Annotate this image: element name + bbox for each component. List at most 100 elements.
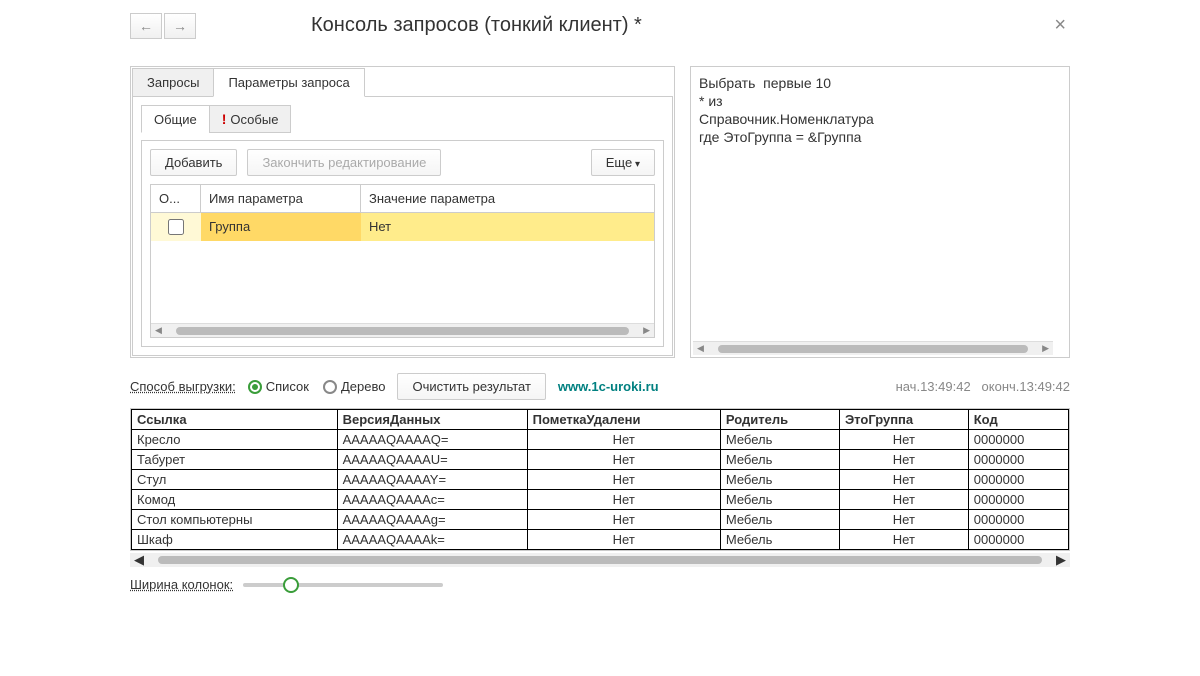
table-cell[interactable]: Нет xyxy=(839,530,968,550)
scroll-left-icon[interactable]: ◀ xyxy=(697,343,704,354)
close-icon[interactable]: × xyxy=(1050,10,1070,41)
table-cell[interactable]: AAAAAQAAAAY= xyxy=(337,470,527,490)
param-hscroll[interactable]: ◀ ▶ xyxy=(151,323,654,337)
param-header-check[interactable]: О... xyxy=(151,185,201,212)
table-cell[interactable]: 0000000 xyxy=(968,450,1068,470)
results-panel: СсылкаВерсияДанныхПометкаУдалениРодитель… xyxy=(130,408,1070,551)
table-cell[interactable]: Табурет xyxy=(132,450,338,470)
table-cell[interactable]: Нет xyxy=(527,450,720,470)
param-name-cell[interactable]: Группа xyxy=(201,213,361,241)
table-cell[interactable]: Нет xyxy=(527,530,720,550)
table-cell[interactable]: 0000000 xyxy=(968,470,1068,490)
param-header-name[interactable]: Имя параметра xyxy=(201,185,361,212)
table-cell[interactable]: AAAAAQAAAAk= xyxy=(337,530,527,550)
tab-params[interactable]: Параметры запроса xyxy=(213,68,364,97)
site-link[interactable]: www.1c-uroki.ru xyxy=(558,379,659,394)
scroll-right-icon[interactable]: ▶ xyxy=(1056,552,1066,568)
timing-info: нач.13:49:42 оконч.13:49:42 xyxy=(896,379,1070,394)
table-cell[interactable]: AAAAAQAAAAU= xyxy=(337,450,527,470)
table-cell[interactable]: Мебель xyxy=(720,450,839,470)
param-header-value[interactable]: Значение параметра xyxy=(361,185,654,212)
table-cell[interactable]: Кресло xyxy=(132,430,338,450)
results-column-header[interactable]: Родитель xyxy=(720,410,839,430)
scroll-thumb[interactable] xyxy=(176,327,629,335)
table-cell[interactable]: Мебель xyxy=(720,510,839,530)
scroll-right-icon[interactable]: ▶ xyxy=(1042,343,1049,354)
table-row[interactable]: ШкафAAAAAQAAAAk=НетМебельНет0000000 xyxy=(132,530,1069,550)
table-cell[interactable]: 0000000 xyxy=(968,530,1068,550)
query-text: Выбрать первые 10 * из Справочник.Номенк… xyxy=(699,75,874,145)
table-cell[interactable]: Нет xyxy=(527,430,720,450)
results-column-header[interactable]: ПометкаУдалени xyxy=(527,410,720,430)
params-panel: Запросы Параметры запроса Общие ! Особые… xyxy=(130,66,675,358)
table-cell[interactable]: Нет xyxy=(839,510,968,530)
nav-back-button[interactable]: ← xyxy=(130,13,162,39)
radio-tree-label: Дерево xyxy=(341,379,385,394)
arrow-right-icon: → xyxy=(173,18,187,34)
nav-forward-button[interactable]: → xyxy=(164,13,196,39)
table-cell[interactable]: Стол компьютерны xyxy=(132,510,338,530)
results-hscroll[interactable]: ◀ ▶ xyxy=(130,553,1070,567)
results-table[interactable]: СсылкаВерсияДанныхПометкаУдалениРодитель… xyxy=(131,409,1069,550)
table-cell[interactable]: Комод xyxy=(132,490,338,510)
table-cell[interactable]: Нет xyxy=(839,430,968,450)
param-value-cell[interactable]: Нет xyxy=(361,213,654,241)
scroll-right-icon[interactable]: ▶ xyxy=(643,325,650,336)
param-checkbox[interactable] xyxy=(168,219,184,235)
table-cell[interactable]: Нет xyxy=(527,490,720,510)
radio-dot-icon xyxy=(323,380,337,394)
table-row[interactable]: Стол компьютерныAAAAAQAAAAg=НетМебельНет… xyxy=(132,510,1069,530)
table-cell[interactable]: Нет xyxy=(839,450,968,470)
table-cell[interactable]: Нет xyxy=(527,510,720,530)
page-title: Консоль запросов (тонкий клиент) * xyxy=(211,14,1035,37)
radio-tree[interactable]: Дерево xyxy=(323,379,385,394)
table-cell[interactable]: Мебель xyxy=(720,470,839,490)
finish-edit-button[interactable]: Закончить редактирование xyxy=(247,149,441,176)
subtab-common[interactable]: Общие xyxy=(141,105,210,133)
tab-queries[interactable]: Запросы xyxy=(132,68,214,97)
table-cell[interactable]: Мебель xyxy=(720,430,839,450)
table-cell[interactable]: Мебель xyxy=(720,490,839,510)
table-cell[interactable]: Нет xyxy=(839,470,968,490)
table-row[interactable]: СтулAAAAAQAAAAY=НетМебельНет0000000 xyxy=(132,470,1069,490)
table-cell[interactable]: Мебель xyxy=(720,530,839,550)
results-column-header[interactable]: ЭтоГруппа xyxy=(839,410,968,430)
query-text-panel[interactable]: Выбрать первые 10 * из Справочник.Номенк… xyxy=(690,66,1070,358)
radio-list[interactable]: Список xyxy=(248,379,309,394)
param-row[interactable]: Группа Нет xyxy=(151,213,654,241)
subtab-special-label: Особые xyxy=(230,112,278,127)
table-row[interactable]: КреслоAAAAAQAAAAQ=НетМебельНет0000000 xyxy=(132,430,1069,450)
clear-result-button[interactable]: Очистить результат xyxy=(397,373,545,400)
table-row[interactable]: ТабуретAAAAAQAAAAU=НетМебельНет0000000 xyxy=(132,450,1069,470)
scroll-left-icon[interactable]: ◀ xyxy=(134,552,144,568)
slider-knob[interactable] xyxy=(283,577,299,593)
radio-list-label: Список xyxy=(266,379,309,394)
table-cell[interactable]: 0000000 xyxy=(968,430,1068,450)
scroll-thumb[interactable] xyxy=(718,345,1028,353)
table-cell[interactable]: Стул xyxy=(132,470,338,490)
column-width-slider[interactable] xyxy=(243,583,443,587)
results-column-header[interactable]: Ссылка xyxy=(132,410,338,430)
add-button[interactable]: Добавить xyxy=(150,149,237,176)
query-hscroll[interactable]: ◀ ▶ xyxy=(693,341,1053,355)
end-time: оконч.13:49:42 xyxy=(982,379,1070,394)
scroll-left-icon[interactable]: ◀ xyxy=(155,325,162,336)
results-column-header[interactable]: Код xyxy=(968,410,1068,430)
param-table: О... Имя параметра Значение параметра Гр… xyxy=(150,184,655,338)
table-row[interactable]: КомодAAAAAQAAAAc=НетМебельНет0000000 xyxy=(132,490,1069,510)
table-cell[interactable]: 0000000 xyxy=(968,510,1068,530)
table-cell[interactable]: 0000000 xyxy=(968,490,1068,510)
more-button[interactable]: Еще xyxy=(591,149,655,176)
subtab-special[interactable]: ! Особые xyxy=(209,105,292,133)
table-cell[interactable]: AAAAAQAAAAc= xyxy=(337,490,527,510)
scroll-thumb[interactable] xyxy=(158,556,1042,564)
table-cell[interactable]: AAAAAQAAAAQ= xyxy=(337,430,527,450)
start-time: нач.13:49:42 xyxy=(896,379,971,394)
arrow-left-icon: ← xyxy=(139,18,153,34)
table-cell[interactable]: AAAAAQAAAAg= xyxy=(337,510,527,530)
warning-icon: ! xyxy=(222,111,227,127)
table-cell[interactable]: Шкаф xyxy=(132,530,338,550)
results-column-header[interactable]: ВерсияДанных xyxy=(337,410,527,430)
table-cell[interactable]: Нет xyxy=(527,470,720,490)
table-cell[interactable]: Нет xyxy=(839,490,968,510)
